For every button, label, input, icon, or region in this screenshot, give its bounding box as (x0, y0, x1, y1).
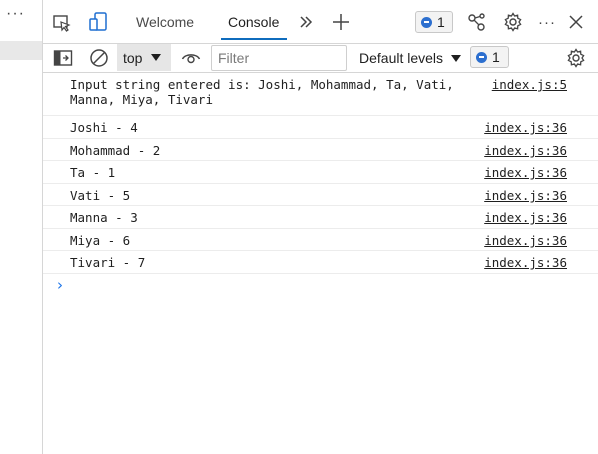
tab-console[interactable]: Console (228, 14, 279, 30)
clear-console-icon[interactable] (88, 47, 110, 69)
issues-count: 1 (437, 14, 445, 30)
console-message: Ta - 1 index.js:36 (43, 161, 598, 184)
console-message-text: Manna - 3 (70, 210, 138, 225)
chevron-down-icon (451, 54, 462, 62)
issues-badge[interactable]: 1 (415, 11, 453, 33)
console-toolbar: top Default levels 1 (43, 44, 598, 73)
console-message-text: Miya - 6 (70, 233, 131, 248)
device-emulation-icon[interactable] (87, 10, 111, 34)
log-levels-dropdown[interactable]: Default levels (359, 50, 462, 66)
console-prompt-chevron-icon[interactable]: › (57, 276, 63, 294)
console-source-link[interactable]: index.js:36 (484, 143, 567, 158)
devtools-tabbar: Welcome Console 1 ··· (43, 0, 598, 44)
plus-icon[interactable] (330, 11, 352, 33)
console-source-link[interactable]: index.js:5 (492, 77, 567, 92)
console-settings-gear-icon[interactable] (565, 47, 587, 69)
console-message: Tivari - 7 index.js:36 (43, 251, 598, 274)
console-source-link[interactable]: index.js:36 (484, 188, 567, 203)
devtools-panel: Welcome Console 1 ··· top Filter Default… (43, 0, 598, 454)
console-message: Vati - 5 index.js:36 (43, 184, 598, 206)
console-source-link[interactable]: index.js:36 (484, 165, 567, 180)
live-expression-eye-icon[interactable] (180, 49, 202, 67)
console-source-link[interactable]: index.js:36 (484, 120, 567, 135)
console-message: Manna - 3 index.js:36 (43, 206, 598, 229)
console-message-text: Vati - 5 (70, 188, 131, 203)
issues-badge-toolbar[interactable]: 1 (470, 46, 509, 68)
console-source-link[interactable]: index.js:36 (484, 233, 567, 248)
console-message: Joshi - 4 index.js:36 (43, 116, 598, 139)
console-message-text: Input string entered is: Joshi, Mohammad… (70, 77, 454, 107)
console-message-text: Tivari - 7 (70, 255, 146, 270)
console-message-text: Mohammad - 2 (70, 143, 161, 158)
console-source-link[interactable]: index.js:36 (484, 210, 567, 225)
console-message: Mohammad - 2 index.js:36 (43, 139, 598, 161)
issues-icon (421, 16, 432, 28)
active-tab-indicator (221, 38, 287, 40)
issues-icon (476, 51, 487, 63)
filter-input[interactable] (211, 45, 347, 71)
close-icon[interactable] (567, 13, 585, 31)
log-levels-label: Default levels (359, 50, 444, 66)
console-message: Input string entered is: Joshi, Mohammad… (43, 73, 598, 116)
context-selector[interactable]: top (117, 44, 171, 71)
console-source-link[interactable]: index.js:36 (484, 255, 567, 270)
settings-gear-icon[interactable] (502, 11, 524, 33)
selected-node-highlight (0, 41, 42, 60)
more-tools-icon[interactable]: ··· (536, 14, 558, 31)
inspect-element-icon[interactable] (51, 12, 73, 34)
console-message-text: Joshi - 4 (70, 120, 138, 135)
issues-count: 1 (492, 49, 500, 65)
double-chevron-right-icon[interactable] (297, 13, 315, 31)
network-conditions-icon[interactable] (466, 11, 488, 33)
more-options-icon[interactable]: ··· (6, 6, 25, 22)
tab-welcome[interactable]: Welcome (136, 14, 194, 30)
context-selector-value: top (123, 49, 143, 66)
console-message-text: Ta - 1 (70, 165, 116, 180)
left-pane: ··· (0, 0, 43, 454)
show-sidebar-icon[interactable] (52, 48, 74, 68)
console-message: Miya - 6 index.js:36 (43, 229, 598, 251)
chevron-down-icon (151, 54, 162, 61)
console-output: Input string entered is: Joshi, Mohammad… (43, 73, 598, 274)
